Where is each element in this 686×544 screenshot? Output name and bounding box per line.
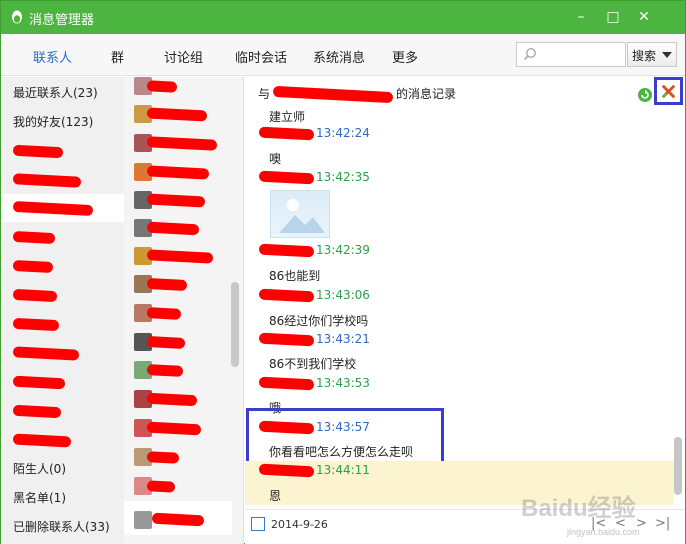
search-icon xyxy=(523,47,537,61)
tab-discussion-groups[interactable]: 讨论组 xyxy=(164,47,203,66)
message-time: 13:43:21 xyxy=(316,332,370,346)
message-sender-line: 13:42:35 xyxy=(258,170,370,185)
message-time: 13:44:11 xyxy=(316,463,370,477)
message-text: 你看看吧怎么方便怎么走呗 xyxy=(269,445,414,459)
message-sender-line: 13:44:11 xyxy=(258,463,370,478)
message-sender-line: 13:43:57 xyxy=(258,420,370,435)
category-redacted[interactable] xyxy=(1,397,124,425)
category-strangers[interactable]: 陌生人(0) xyxy=(1,455,124,483)
last-page-button[interactable]: >| xyxy=(655,516,670,531)
contact-item[interactable] xyxy=(134,361,224,383)
category-redacted[interactable] xyxy=(1,281,124,309)
contact-item[interactable] xyxy=(134,191,224,213)
contact-item[interactable] xyxy=(134,163,224,185)
close-icon xyxy=(661,84,676,99)
message-manager-window: 消息管理器 – □ ✕ 联系人 群 讨论组 临时会话 系统消息 更多 搜索 最近… xyxy=(0,0,686,544)
contact-item[interactable] xyxy=(134,419,224,441)
category-blacklist[interactable]: 黑名单(1) xyxy=(1,484,124,512)
contact-item[interactable] xyxy=(134,77,224,99)
baidu-watermark: Baidu经验 xyxy=(521,495,636,522)
refresh-icon[interactable] xyxy=(637,87,653,103)
contact-item[interactable] xyxy=(134,390,224,412)
tab-system-messages[interactable]: 系统消息 xyxy=(313,47,365,66)
calendar-icon[interactable] xyxy=(251,517,265,531)
category-deleted-contacts[interactable]: 已删除联系人(33) xyxy=(1,513,124,541)
tab-more[interactable]: 更多 xyxy=(392,47,418,66)
category-redacted[interactable] xyxy=(1,426,124,454)
search-input[interactable] xyxy=(541,46,621,63)
tab-contacts[interactable]: 联系人 xyxy=(33,47,72,66)
contact-item[interactable] xyxy=(134,275,224,297)
message-time: 13:42:35 xyxy=(316,170,370,184)
avatar xyxy=(134,511,152,529)
contact-item-selected[interactable] xyxy=(124,501,232,535)
category-redacted[interactable] xyxy=(1,368,124,396)
contact-list xyxy=(124,77,244,544)
message-time: 13:43:53 xyxy=(316,376,370,390)
message-sender-line: 13:43:06 xyxy=(258,288,370,303)
contact-list-scrollbar[interactable] xyxy=(231,282,239,367)
contact-item[interactable] xyxy=(134,219,224,241)
close-window-button[interactable]: ✕ xyxy=(633,7,655,27)
contact-item[interactable] xyxy=(134,105,224,127)
history-header: 与 的消息记录 xyxy=(258,85,457,104)
category-redacted[interactable] xyxy=(1,252,124,280)
contact-item[interactable] xyxy=(134,333,224,355)
category-recent-contacts[interactable]: 最近联系人(23) xyxy=(1,79,124,107)
tab-groups[interactable]: 群 xyxy=(111,47,124,66)
tab-temp-sessions[interactable]: 临时会话 xyxy=(235,47,287,66)
category-redacted[interactable] xyxy=(1,339,124,367)
current-date: 2014-9-26 xyxy=(271,518,328,531)
message-time: 13:42:24 xyxy=(316,126,370,140)
message-time: 13:42:39 xyxy=(316,243,370,257)
contact-item[interactable] xyxy=(134,477,224,499)
contact-item[interactable] xyxy=(134,448,224,470)
qq-penguin-icon xyxy=(12,10,22,24)
category-redacted[interactable] xyxy=(1,137,124,165)
search-button-label: 搜索 xyxy=(632,49,657,63)
message-text: 86不到我们学校 xyxy=(269,357,357,371)
contact-item[interactable] xyxy=(134,134,224,156)
message-text: 噢 xyxy=(269,152,282,166)
category-redacted[interactable] xyxy=(1,166,124,194)
minimize-button[interactable]: – xyxy=(570,7,592,27)
message-time: 13:43:57 xyxy=(316,420,370,434)
title-bar: 消息管理器 – □ ✕ xyxy=(1,1,685,34)
tab-bar: 联系人 群 讨论组 临时会话 系统消息 更多 搜索 xyxy=(1,34,685,76)
message-sender-line: 13:43:21 xyxy=(258,332,370,347)
contact-item[interactable] xyxy=(134,304,224,326)
message-time: 13:43:06 xyxy=(316,288,370,302)
message-text: 86经过你们学校吗 xyxy=(269,314,369,328)
message-sender-line: 13:42:24 xyxy=(258,126,370,141)
contact-category-list: 最近联系人(23) 我的好友(123) 陌生人(0) 黑名单(1) 已删除联系人… xyxy=(1,77,124,544)
search-button[interactable]: 搜索 xyxy=(627,42,677,67)
category-redacted-selected[interactable] xyxy=(1,194,124,222)
baidu-watermark-url: jingyan.baidu.com xyxy=(567,527,640,537)
close-history-button[interactable] xyxy=(654,77,683,105)
message-sender-line: 13:43:53 xyxy=(258,376,370,391)
message-text: 恩 xyxy=(269,489,282,503)
category-my-friends[interactable]: 我的好友(123) xyxy=(1,108,124,136)
window-title: 消息管理器 xyxy=(29,13,95,28)
category-redacted[interactable] xyxy=(1,223,124,251)
maximize-button[interactable]: □ xyxy=(602,7,624,27)
image-placeholder-icon[interactable] xyxy=(270,190,330,238)
message-history-pane: 与 的消息记录 建立师 13:42:24 噢 13:42:35 13:42:39 … xyxy=(245,77,685,544)
message-text: 建立师 xyxy=(269,110,306,124)
message-text: 86也能到 xyxy=(269,269,321,283)
search-field[interactable] xyxy=(516,42,626,67)
history-header-prefix: 与 xyxy=(258,87,271,101)
contact-item[interactable] xyxy=(134,247,224,269)
message-scrollbar[interactable] xyxy=(674,437,682,495)
message-sender-line: 13:42:39 xyxy=(258,243,370,258)
category-redacted[interactable] xyxy=(1,310,124,338)
history-header-suffix: 的消息记录 xyxy=(396,87,457,101)
chevron-down-icon[interactable] xyxy=(662,52,672,58)
